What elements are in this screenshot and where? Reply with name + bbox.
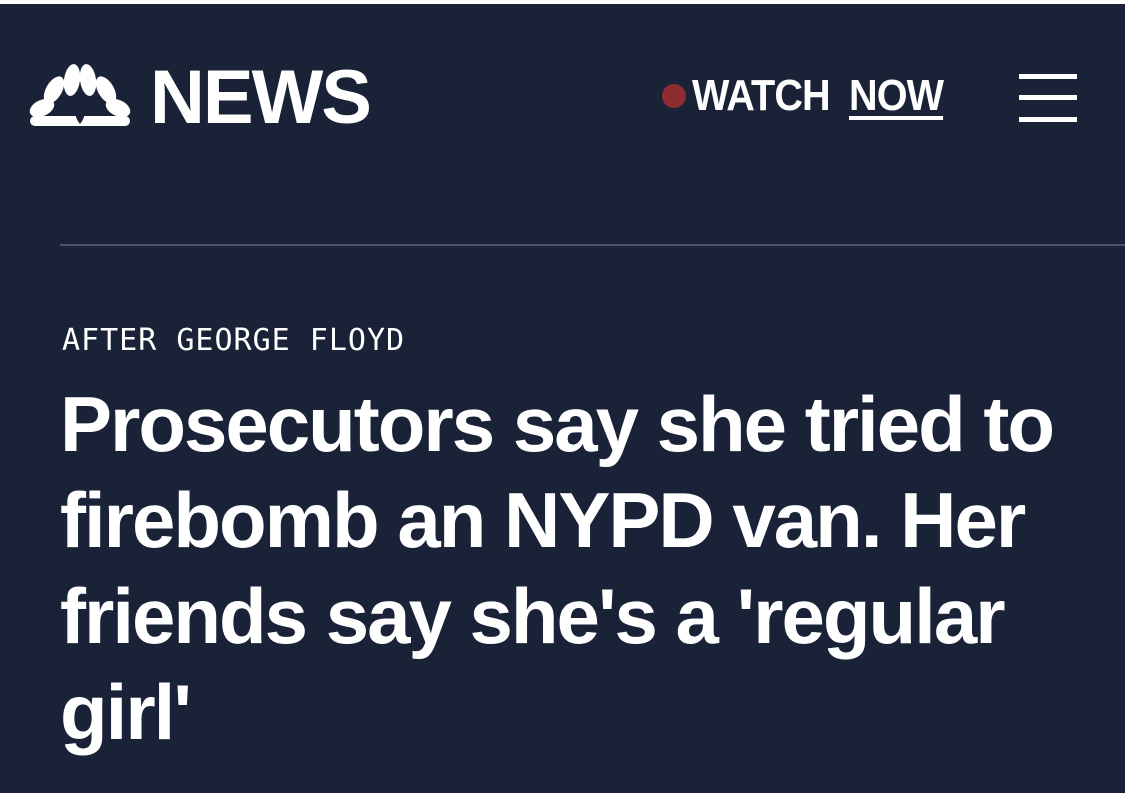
menu-bar [1019,95,1077,100]
menu-bar [1019,74,1077,79]
header-divider [60,244,1125,246]
now-label: NOW [849,71,944,120]
article-eyebrow[interactable]: AFTER GEORGE FLOYD [62,326,405,356]
brand-name: NEWS [150,55,372,140]
hamburger-menu-icon[interactable] [1019,74,1077,122]
page: NEWS WATCH NOW AFTER GEORGE FLOYD Prosec… [0,0,1125,793]
watch-label: WATCH [692,71,831,120]
article-headline: Prosecutors say she tried to firebomb an… [60,380,1055,756]
nbc-peacock-icon [29,64,131,126]
watch-now-link[interactable]: WATCH NOW [662,74,954,118]
site-header: NEWS WATCH NOW [0,4,1125,154]
live-dot-icon [662,84,686,108]
menu-bar [1019,117,1077,122]
nbc-news-logo-link[interactable]: NEWS [28,60,372,136]
